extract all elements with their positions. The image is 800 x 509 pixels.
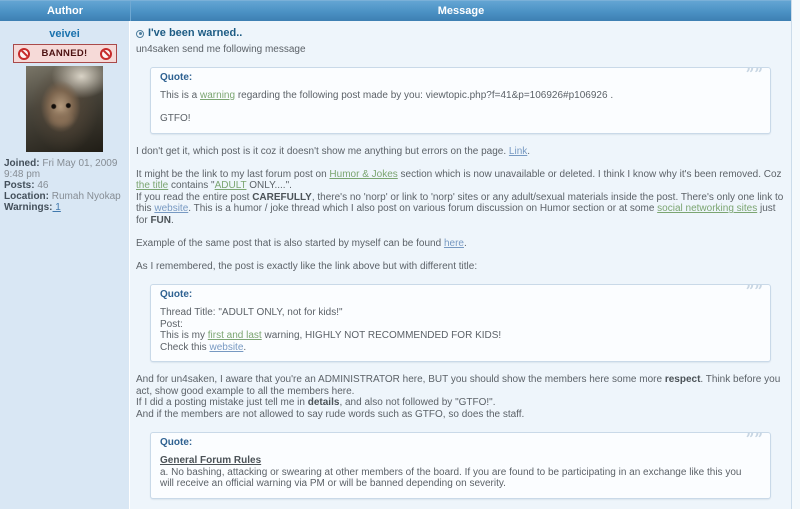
- text-segment: FUN: [150, 214, 172, 226]
- quote-content: Thread Title: "ADULT ONLY, not for kids!…: [160, 307, 744, 353]
- author-detail-row: Warnings: 1: [4, 201, 126, 214]
- text-segment: If you read the entire post: [136, 191, 253, 203]
- post-bullet-icon: [136, 29, 144, 38]
- post-title-row: I've been warned..: [136, 27, 785, 40]
- text-segment: I don't get it, which post is it coz it …: [136, 145, 509, 157]
- avatar: [26, 66, 103, 152]
- text-segment: It might be the link to my last forum po…: [136, 168, 330, 180]
- text-segment: contains ": [168, 180, 215, 191]
- quote-box: ”” Quote: This is a warning regarding the …: [150, 64, 771, 134]
- text-segment: , and also not followed by "GTFO!".: [339, 397, 496, 408]
- post-paragraph: I don't get it, which post is it coz it …: [136, 146, 785, 158]
- inline-link[interactable]: website: [154, 203, 188, 214]
- text-segment: .: [171, 214, 174, 226]
- text-segment: un4saken send me following message: [136, 43, 306, 55]
- text-segment: warning, HIGHLY NOT RECOMMENDED FOR KIDS…: [261, 330, 502, 341]
- quote-box: ”” Quote: Thread Title: "ADULT ONLY, not f…: [150, 281, 771, 362]
- detail-value: Rumah Nyokap: [49, 190, 121, 202]
- text-segment: Thread Title: "ADULT ONLY, not for kids!…: [160, 307, 343, 318]
- text-segment: a. No bashing, attacking or swearing at …: [160, 466, 742, 490]
- author-detail-row: Location: Rumah Nyokap: [4, 190, 126, 203]
- quote-label: Quote:: [160, 436, 193, 448]
- author-column-header: Author: [0, 1, 131, 21]
- text-segment: Check this: [160, 341, 210, 353]
- no-entry-slash: [101, 49, 110, 58]
- inline-link[interactable]: Humor & Jokes: [329, 169, 397, 180]
- text-segment: regarding the following post made by you…: [235, 90, 614, 101]
- inline-link[interactable]: warning: [200, 90, 235, 101]
- inline-link[interactable]: ADULT: [215, 180, 247, 191]
- post-table: Author Message veivei BANNED! Joined: Fr…: [0, 0, 792, 509]
- username-link[interactable]: veivei: [0, 28, 129, 40]
- text-segment: And for un4saken, I aware that you're an…: [136, 374, 665, 385]
- post-paragraph: As I remembered, the post is exactly lik…: [136, 261, 785, 273]
- banned-label: BANNED!: [41, 48, 88, 59]
- quote-glyph-icon: ””: [745, 64, 763, 83]
- quote-content: General Forum Rules a. No bashing, attack…: [160, 455, 744, 490]
- text-segment: And if the members are not allowed to sa…: [136, 408, 525, 420]
- detail-label: Warnings:: [4, 201, 53, 213]
- inline-link[interactable]: Link: [509, 146, 527, 157]
- text-segment: Post:: [160, 318, 183, 330]
- post-body: un4saken send me following message ”” Quot…: [136, 44, 785, 509]
- text-segment: If I did a posting mistake just tell me …: [136, 397, 308, 408]
- text-segment: CAREFULLY: [252, 191, 312, 203]
- banned-banner: BANNED!: [12, 44, 117, 63]
- quote-content: This is a warning regarding the followin…: [160, 90, 744, 125]
- author-details: Joined: Fri May 01, 2009 9:48 pm Posts: 4…: [0, 158, 129, 214]
- text-segment: Example of the same post that is also st…: [136, 237, 444, 249]
- inline-link[interactable]: social networking sites: [657, 203, 757, 214]
- message-cell: I've been warned.. un4saken send me foll…: [130, 21, 791, 509]
- text-segment: .: [527, 145, 531, 157]
- post-paragraph: un4saken send me following message: [136, 44, 785, 56]
- post-paragraph: Example of the same post that is also st…: [136, 238, 785, 250]
- quote-label: Quote:: [160, 288, 193, 300]
- author-detail-row: Posts: 46: [4, 179, 126, 192]
- post-paragraph: It might be the link to my last forum po…: [136, 169, 785, 227]
- post-title: I've been warned..: [148, 27, 243, 39]
- text-segment: ONLY....".: [246, 180, 292, 191]
- no-entry-slash: [19, 49, 28, 58]
- message-column-header: Message: [437, 5, 485, 17]
- quote-glyph-icon: ””: [745, 429, 763, 448]
- text-segment: section which is now unavailable or dele…: [397, 168, 782, 180]
- inline-link[interactable]: first and last: [208, 330, 262, 341]
- author-cell: veivei BANNED! Joined: Fri May 01, 2009 …: [0, 21, 130, 509]
- text-segment: .: [243, 341, 247, 353]
- post-paragraph: And for un4saken, I aware that you're an…: [136, 374, 785, 420]
- text-segment: respect: [664, 374, 701, 385]
- forum-topic-page: Author Message veivei BANNED! Joined: Fr…: [0, 0, 800, 509]
- text-segment: .: [463, 237, 467, 249]
- text-segment: . This is a humor / joke thread which I …: [188, 203, 658, 214]
- detail-label: Location:: [4, 190, 49, 202]
- quote-glyph-icon: ””: [745, 281, 763, 300]
- text-segment: As I remembered, the post is exactly lik…: [136, 260, 478, 272]
- text-segment: details: [307, 397, 340, 408]
- inline-link[interactable]: the title: [136, 180, 168, 191]
- text-segment: GTFO!: [160, 113, 191, 124]
- no-entry-icon: [99, 47, 112, 60]
- text-segment: This is a: [160, 90, 201, 101]
- detail-label: Posts:: [4, 179, 35, 191]
- post-row: veivei BANNED! Joined: Fri May 01, 2009 …: [0, 21, 791, 509]
- text-segment: General Forum Rules: [160, 455, 262, 466]
- detail-value[interactable]: 1: [53, 202, 61, 213]
- quote-box: ”” Quote: General Forum Rules a. No bashing…: [150, 429, 771, 499]
- text-segment: This is my: [160, 330, 208, 341]
- detail-label: Joined:: [4, 158, 40, 169]
- detail-value: 46: [34, 179, 49, 191]
- table-header: Author Message: [0, 0, 791, 21]
- inline-link[interactable]: website: [209, 342, 243, 353]
- inline-link[interactable]: here: [444, 238, 464, 249]
- no-entry-icon: [17, 47, 30, 60]
- author-detail-row: Joined: Fri May 01, 2009 9:48 pm: [4, 158, 126, 180]
- quote-label: Quote:: [160, 71, 193, 83]
